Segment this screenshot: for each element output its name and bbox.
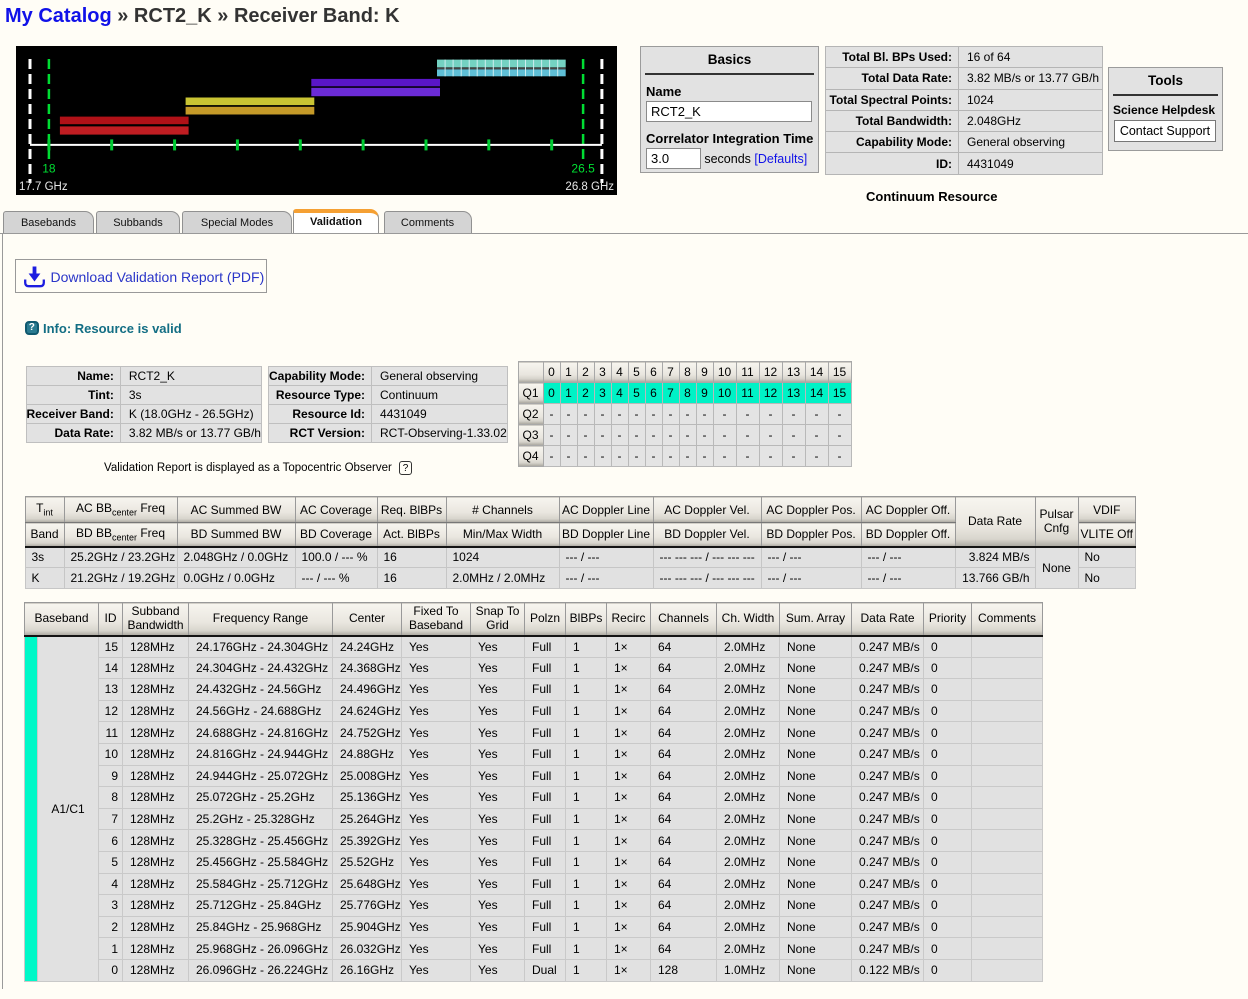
svg-text:17.7 GHz: 17.7 GHz <box>19 181 68 193</box>
svg-text:26.8 GHz: 26.8 GHz <box>565 181 614 193</box>
svg-text:26.5: 26.5 <box>571 161 595 175</box>
svg-text:18: 18 <box>42 161 56 175</box>
